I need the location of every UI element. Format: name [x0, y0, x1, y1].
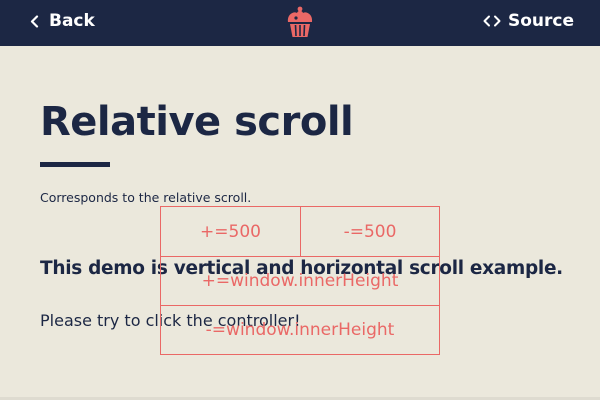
- code-brackets-icon: [483, 15, 501, 27]
- source-link[interactable]: Source: [483, 0, 574, 42]
- title-underline: [40, 162, 110, 167]
- scroll-controller: +=500 -=500 +=window.innerHeight -=windo…: [160, 206, 440, 355]
- scroll-minus-500-button[interactable]: -=500: [300, 206, 440, 257]
- page-description: Corresponds to the relative scroll.: [40, 190, 252, 205]
- back-link[interactable]: Back: [30, 0, 95, 42]
- scroll-minus-inner-height-button[interactable]: -=window.innerHeight: [160, 305, 440, 355]
- chevron-left-icon: [30, 14, 39, 28]
- source-label: Source: [507, 11, 574, 31]
- scroll-plus-inner-height-button[interactable]: +=window.innerHeight: [160, 256, 440, 306]
- page-title: Relative scroll: [40, 99, 354, 145]
- cupcake-icon[interactable]: [283, 4, 317, 38]
- scroll-plus-500-button[interactable]: +=500: [160, 206, 301, 257]
- back-label: Back: [49, 11, 95, 31]
- top-nav-bar: Back Source: [0, 0, 600, 46]
